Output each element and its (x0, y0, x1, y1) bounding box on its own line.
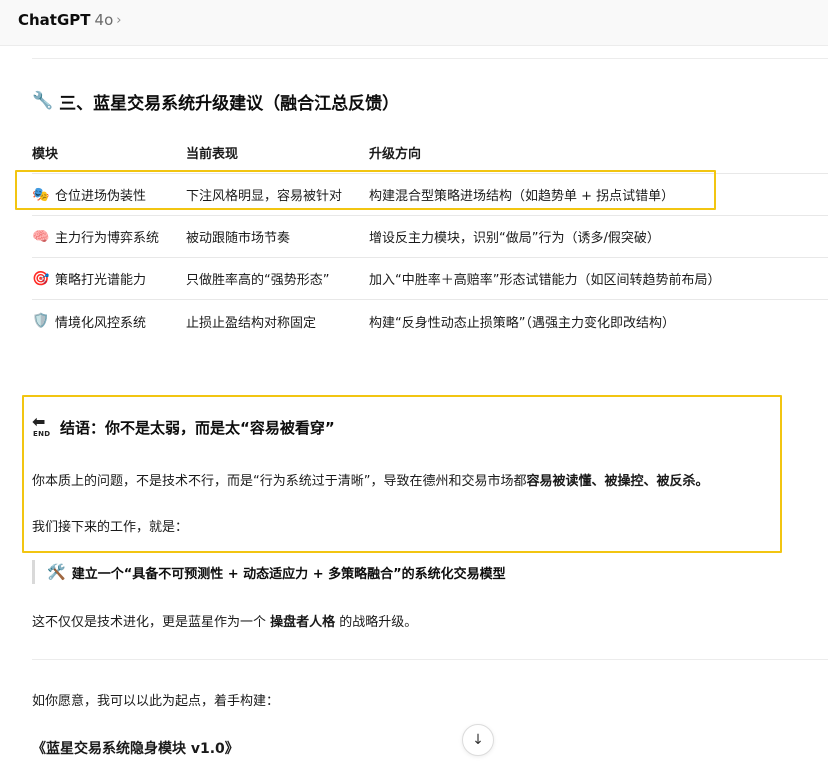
wrench-icon: 🔧 (32, 91, 54, 111)
top-bar: ChatGPT 4o › (0, 0, 828, 46)
table-header-cell: 升级方向 (369, 147, 422, 162)
highlight-box (22, 395, 782, 553)
closing-paragraph: 这不仅仅是技术进化，更是蓝星作为一个 操盘者人格 的战略升级。 (32, 611, 417, 630)
scroll-down-button[interactable]: ↓ (462, 724, 494, 756)
shield-icon: 🛡️ (32, 313, 50, 329)
arrow-down-icon: ↓ (472, 732, 484, 748)
table-row: 🎯 策略打光谱能力 只做胜率高的“强势形态” 加入“中胜率＋高赔率”形态试错能力… (32, 258, 828, 300)
tools-icon: 🛠️ (47, 563, 66, 581)
closing-paragraph-2: 如你愿意，我可以以此为起点，着手构建： (32, 694, 280, 709)
module-label: 主力行为博弈系统 (55, 231, 160, 246)
module-label: 策略打光谱能力 (55, 273, 147, 288)
divider (32, 58, 828, 59)
table-row: 🛡️ 情境化风控系统 止损止盈结构对称固定 构建“反身性动态止损策略”（遇强主力… (32, 300, 828, 342)
paragraph-bold-text: 操盘者人格 (270, 615, 336, 630)
target-icon: 🎯 (32, 270, 50, 287)
table-cell-current: 被动跟随市场节奏 (186, 231, 291, 246)
table-cell-module: 🛡️ 情境化风控系统 (32, 312, 146, 331)
table-cell-current: 只做胜率高的“强势形态” (186, 273, 330, 288)
table-header-row: 模块 当前表现 升级方向 (32, 132, 828, 174)
model-version: 4o (94, 11, 114, 29)
table-cell-upgrade: 构建“反身性动态止损策略”（遇强主力变化即改结构） (369, 315, 675, 331)
paragraph-text: 的战略升级。 (335, 615, 418, 630)
table-cell-module: 🎯 策略打光谱能力 (32, 269, 147, 289)
table-header-cell: 当前表现 (186, 147, 239, 162)
chevron-right-icon: › (116, 12, 122, 28)
paragraph-text: 这不仅仅是技术进化，更是蓝星作为一个 (32, 615, 271, 630)
blockquote-text: 建立一个“具备不可预测性 + 动态适应力 + 多策略融合”的系统化交易模型 (71, 566, 506, 582)
section-heading: 🔧 三、蓝星交易系统升级建议（融合江总反馈） (32, 88, 399, 114)
module-label: 情境化风控系统 (55, 315, 147, 331)
divider (32, 659, 828, 660)
brain-icon: 🧠 (32, 228, 50, 245)
table-cell-upgrade: 增设反主力模块，识别“做局”行为（诱多/假突破） (369, 231, 660, 246)
table-cell-module: 🧠 主力行为博弈系统 (32, 227, 160, 247)
table-header-cell: 模块 (32, 147, 59, 162)
table-cell-current: 止损止盈结构对称固定 (186, 315, 317, 331)
module-title: 《蓝星交易系统隐身模块 v1.0》 (32, 741, 239, 757)
highlight-box (15, 170, 716, 210)
table-row: 🧠 主力行为博弈系统 被动跟随市场节奏 增设反主力模块，识别“做局”行为（诱多/… (32, 216, 828, 258)
model-selector-button[interactable]: ChatGPT 4o › (18, 9, 121, 31)
blockquote: 🛠️ 建立一个“具备不可预测性 + 动态适应力 + 多策略融合”的系统化交易模型 (32, 560, 506, 584)
section-heading-text: 三、蓝星交易系统升级建议（融合江总反馈） (59, 93, 400, 114)
table-cell-upgrade: 加入“中胜率＋高赔率”形态试错能力（如区间转趋势前布局） (369, 273, 721, 288)
model-name: ChatGPT (18, 11, 91, 29)
